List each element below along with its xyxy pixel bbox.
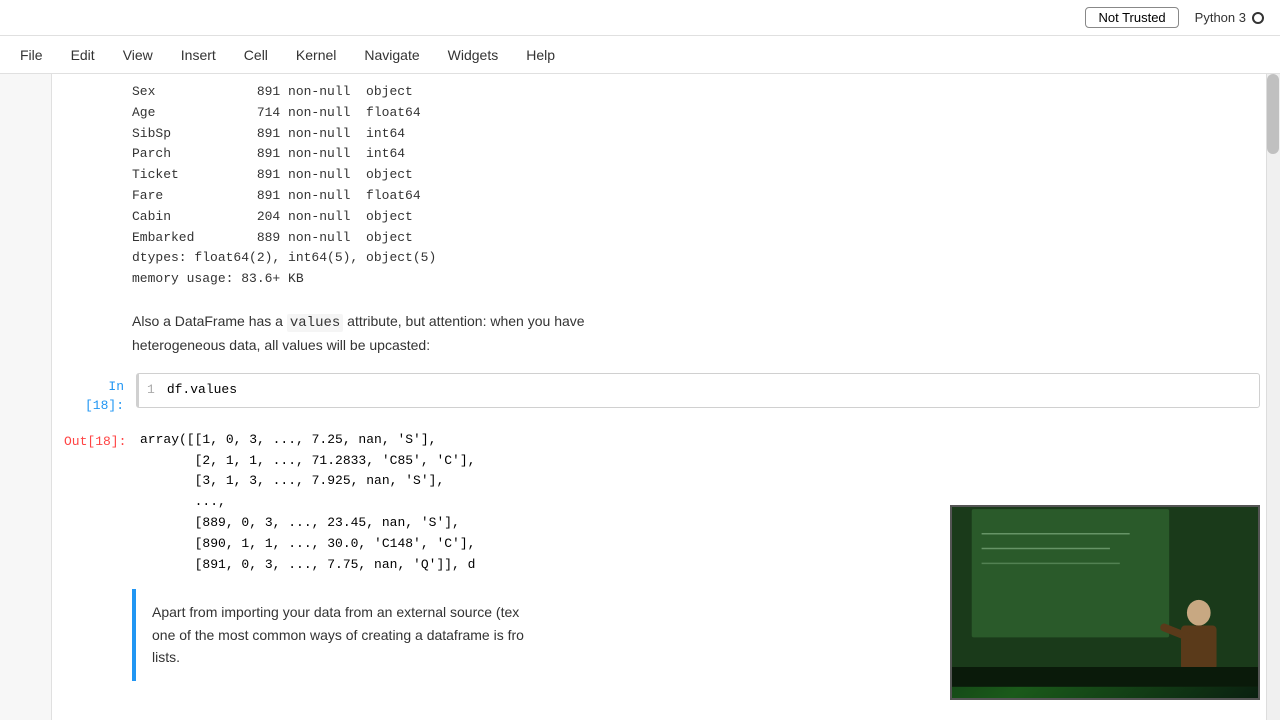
text-block-1-part1: Also a DataFrame has a bbox=[132, 313, 287, 329]
video-content bbox=[952, 507, 1258, 698]
line-number-1: 1 bbox=[147, 382, 167, 397]
text-block-2-line1: Apart from importing your data from an e… bbox=[152, 604, 519, 620]
output-top-text: Sex 891 non-null object Age 714 non-null… bbox=[132, 82, 1260, 290]
values-code: values bbox=[287, 314, 343, 332]
menu-cell[interactable]: Cell bbox=[232, 43, 280, 67]
lecture-video bbox=[952, 505, 1258, 688]
cell-18-code: df.values bbox=[167, 382, 237, 397]
text-block-1-line2: heterogeneous data, all values will be u… bbox=[132, 337, 430, 353]
scrollbar-thumb[interactable] bbox=[1267, 74, 1279, 154]
menu-view[interactable]: View bbox=[111, 43, 165, 67]
text-block-2-line3: lists. bbox=[152, 649, 180, 665]
output-top: Sex 891 non-null object Age 714 non-null… bbox=[52, 74, 1280, 298]
kernel-indicator: Python 3 bbox=[1195, 10, 1264, 25]
notebook: Sex 891 non-null object Age 714 non-null… bbox=[52, 74, 1280, 720]
menu-widgets[interactable]: Widgets bbox=[436, 43, 511, 67]
cell-18-in-label: In [18]: bbox=[52, 369, 132, 424]
text-block-2-line2: one of the most common ways of creating … bbox=[152, 627, 524, 643]
text-block-1: Also a DataFrame has a values attribute,… bbox=[52, 298, 1280, 369]
menu-help[interactable]: Help bbox=[514, 43, 567, 67]
menu-edit[interactable]: Edit bbox=[59, 43, 107, 67]
sidebar bbox=[0, 74, 52, 720]
cell-18-out-label: Out[18]: bbox=[52, 424, 132, 460]
text-block-2: Apart from importing your data from an e… bbox=[132, 589, 544, 680]
menu-kernel[interactable]: Kernel bbox=[284, 43, 348, 67]
scrollbar-track[interactable] bbox=[1266, 74, 1280, 720]
main-area: Sex 891 non-null object Age 714 non-null… bbox=[0, 74, 1280, 720]
video-overlay bbox=[950, 505, 1260, 700]
menu-insert[interactable]: Insert bbox=[169, 43, 228, 67]
text-block-1-part2: attribute, but attention: when you have bbox=[343, 313, 584, 329]
not-trusted-button[interactable]: Not Trusted bbox=[1085, 7, 1178, 28]
cell-18-input[interactable]: 1df.values bbox=[136, 373, 1260, 408]
top-bar: Not Trusted Python 3 bbox=[0, 0, 1280, 36]
menu-navigate[interactable]: Navigate bbox=[352, 43, 431, 67]
cell-18-input-row: In [18]: 1df.values bbox=[52, 369, 1280, 424]
python-label: Python 3 bbox=[1195, 10, 1246, 25]
menu-bar: File Edit View Insert Cell Kernel Naviga… bbox=[0, 36, 1280, 74]
kernel-status-icon bbox=[1252, 12, 1264, 24]
spacer bbox=[52, 589, 132, 680]
menu-file[interactable]: File bbox=[8, 43, 55, 67]
